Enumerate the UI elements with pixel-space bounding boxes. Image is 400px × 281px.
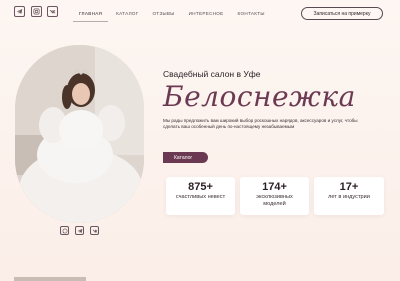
header: ГЛАВНАЯ КАТАЛОГ ОТЗЫВЫ ИНТЕРЕСНОЕ КОНТАК…	[0, 0, 400, 30]
catalog-button[interactable]: Каталог	[163, 152, 208, 163]
nav-item-contacts[interactable]: КОНТАКТЫ	[238, 11, 265, 16]
stat-number: 174+	[262, 181, 287, 193]
next-section-preview	[14, 277, 86, 281]
signup-button[interactable]: Записаться на примерку	[301, 7, 383, 20]
stat-card-years: 17+ лет в индустрии	[314, 177, 384, 215]
stat-label: счастливых невест	[175, 194, 226, 200]
hero-description: Мы рады предложить вам широкий выбор рос…	[163, 118, 358, 130]
stat-label: лет в индустрии	[328, 194, 370, 200]
nav-item-home[interactable]: ГЛАВНАЯ	[72, 11, 109, 22]
stat-card-models: 174+ эксклюзивных моделей	[240, 177, 309, 215]
vk-icon[interactable]	[90, 226, 99, 235]
stat-card-brides: 875+ счастливых невест	[166, 177, 235, 215]
nav-item-interesting[interactable]: ИНТЕРЕСНОЕ	[189, 11, 224, 16]
instagram-icon[interactable]	[31, 6, 42, 17]
telegram-icon[interactable]	[75, 226, 84, 235]
hero-subtitle: Свадебный салон в Уфе	[163, 69, 261, 79]
brand-title: Белоснежка	[163, 80, 356, 113]
vk-icon[interactable]	[47, 6, 58, 17]
telegram-icon[interactable]	[14, 6, 25, 17]
main-nav: ГЛАВНАЯ КАТАЛОГ ОТЗЫВЫ ИНТЕРЕСНОЕ КОНТАК…	[72, 11, 279, 22]
bride-photo	[15, 45, 144, 223]
nav-item-reviews[interactable]: ОТЗЫВЫ	[153, 11, 175, 16]
stat-label: эксклюзивных моделей	[256, 194, 293, 207]
whatsapp-icon[interactable]	[60, 226, 69, 235]
stat-number: 875+	[188, 181, 213, 193]
nav-item-catalog[interactable]: КАТАЛОГ	[116, 11, 138, 16]
stat-number: 17+	[339, 181, 359, 193]
